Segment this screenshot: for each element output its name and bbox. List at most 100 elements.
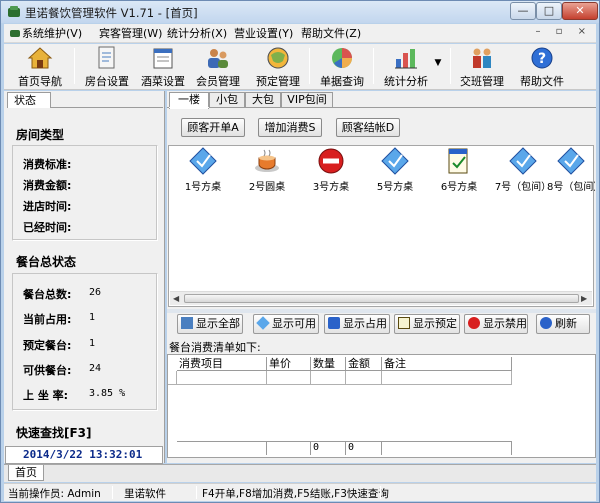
col-amount[interactable]: 金额 — [346, 357, 382, 371]
scroll-thumb[interactable] — [184, 294, 579, 303]
member-icon — [208, 49, 228, 68]
consume-amount-label: 消费金额: — [23, 179, 72, 192]
member-mgmt-label: 会员管理 — [196, 75, 240, 88]
refresh-label: 刷新 — [555, 317, 577, 330]
bill-query-button[interactable]: 单据查询 — [316, 45, 368, 89]
available-value: 24 — [89, 363, 102, 374]
table-cell[interactable] — [267, 371, 311, 385]
room-type-title: 房间类型 — [16, 128, 65, 142]
footer-price — [267, 441, 311, 455]
consumption-table[interactable]: 消费项目 单价 数量 金额 备注 0 0 — [167, 354, 596, 458]
title-bar[interactable]: 里诺餐饮管理软件 V1.71 - [首页] — □ ✕ — [1, 1, 599, 23]
total-tables-label: 餐台总数: — [23, 288, 72, 301]
overall-status-group: 餐台总数: 26 当前占用: 1 预定餐台: 1 可供餐台: 24 上 坐 率:… — [12, 273, 158, 411]
table-item[interactable]: 1号方桌 — [171, 146, 235, 193]
tab-status[interactable]: 状态 — [7, 92, 51, 108]
bill-query-label: 单据查询 — [320, 75, 364, 88]
mdi-controls[interactable]: – ▫ × — [535, 26, 592, 37]
table-name: 5号方桌 — [376, 182, 414, 193]
reservation-mgmt-label: 预定管理 — [256, 75, 300, 88]
checkout-button[interactable]: 顾客结帐D — [336, 118, 400, 137]
menu-business[interactable]: 营业设置(Y) — [234, 26, 293, 42]
scroll-right-icon[interactable]: ▶ — [581, 294, 587, 303]
maximize-button[interactable]: □ — [536, 2, 562, 20]
splitter[interactable] — [167, 309, 596, 313]
reservation-mgmt-button[interactable]: 预定管理 — [251, 45, 305, 89]
disabled-icon — [468, 317, 480, 329]
show-disabled-button[interactable]: 显示禁用 — [464, 314, 528, 334]
table-item[interactable]: 2号圆桌 — [235, 146, 299, 193]
menu-help-label: 帮助文件(Z) — [301, 27, 362, 40]
tab-home-page[interactable]: 首页 — [8, 465, 44, 481]
toolbar: 首页导航 房台设置 酒菜设置 会员管理 预定管理 单据查询 统计分析 ▼ 交班管… — [4, 44, 596, 90]
reserved-value: 1 — [89, 338, 96, 349]
refresh-icon — [540, 317, 552, 329]
room-settings-button[interactable]: 房台设置 — [82, 45, 132, 89]
table-item[interactable]: 8号（包间） — [547, 146, 595, 193]
table-cell[interactable] — [177, 371, 267, 385]
scroll-left-icon[interactable]: ◀ — [173, 294, 179, 303]
footer-qty: 0 — [311, 441, 346, 455]
status-bar: 当前操作员: Admin 里诺软件 F4开单,F8增加消费,F5结账,F3快速查… — [4, 483, 596, 501]
table-name: 6号方桌 — [440, 182, 478, 193]
menu-settings-button[interactable]: 酒菜设置 — [138, 45, 188, 89]
show-all-button[interactable]: 显示全部 — [177, 314, 243, 334]
consume-standard-label: 消费标准: — [23, 158, 72, 171]
consumption-list-title: 餐台消费清单如下: — [169, 341, 261, 354]
show-reserved-button[interactable]: 显示预定 — [394, 314, 460, 334]
tab-large-room[interactable]: 大包 — [245, 92, 281, 107]
table-item[interactable]: 3号方桌 — [299, 146, 363, 193]
help-file-label: 帮助文件 — [520, 75, 564, 88]
table-item[interactable]: 5号方桌 — [363, 146, 427, 193]
col-qty[interactable]: 数量 — [311, 357, 346, 371]
document-icon — [98, 46, 115, 69]
reserved-label: 预定餐台: — [23, 339, 72, 352]
show-occupied-button[interactable]: 显示占用 — [324, 314, 390, 334]
help-file-button[interactable]: ? 帮助文件 — [516, 45, 568, 89]
quick-search-title[interactable]: 快速查找[F3] — [16, 424, 92, 441]
home-icon — [27, 47, 53, 69]
col-remark[interactable]: 备注 — [382, 357, 512, 371]
table-name: 2号圆桌 — [248, 182, 286, 193]
table-item[interactable]: 6号方桌 — [427, 146, 491, 193]
menu-business-label: 营业设置(Y) — [234, 27, 294, 40]
page-tab-bar: 首页 — [4, 464, 596, 482]
menu-system[interactable]: 系统维护(V) — [10, 26, 82, 42]
show-disabled-label: 显示禁用 — [483, 317, 527, 330]
shift-mgmt-button[interactable]: 交班管理 — [457, 45, 507, 89]
occupied-label: 当前占用: — [23, 313, 72, 326]
occupancy-rate-label: 上 坐 率: — [23, 389, 69, 402]
refresh-button[interactable]: 刷新 — [536, 314, 590, 334]
home-nav-button[interactable]: 首页导航 — [14, 45, 66, 89]
open-order-button[interactable]: 顾客开单A — [181, 118, 245, 137]
menu-guest[interactable]: 宾客管理(W) — [99, 26, 162, 42]
horizontal-scrollbar[interactable]: ◀ ▶ — [170, 291, 592, 305]
menu-stats[interactable]: 统计分析(X) — [167, 26, 227, 42]
col-price[interactable]: 单价 — [267, 357, 311, 371]
table-occupied-icon — [255, 149, 279, 172]
row-indicator — [168, 371, 177, 385]
menu-help[interactable]: 帮助文件(Z) — [301, 26, 361, 42]
minimize-button[interactable]: — — [510, 2, 536, 20]
shortcut-hint: F4开单,F8增加消费,F5结账,F3快速查询 — [202, 488, 389, 500]
member-mgmt-button[interactable]: 会员管理 — [193, 45, 243, 89]
table-item[interactable]: 7号（包间） — [491, 146, 555, 193]
tab-vip-room[interactable]: VIP包间 — [281, 92, 333, 107]
table-name: 7号（包间） — [494, 182, 552, 193]
pie-chart-icon — [332, 48, 352, 68]
svg-text:?: ? — [538, 51, 546, 67]
table-free-icon — [509, 147, 537, 175]
add-consumption-button[interactable]: 增加消费S — [258, 118, 322, 137]
table-cell[interactable] — [382, 371, 512, 385]
table-cell[interactable] — [346, 371, 382, 385]
tab-small-room[interactable]: 小包 — [209, 92, 245, 107]
stats-analysis-button[interactable]: 统计分析 — [380, 45, 432, 89]
close-button[interactable]: ✕ — [562, 2, 598, 20]
col-item[interactable]: 消费项目 — [177, 357, 267, 371]
show-available-button[interactable]: 显示可用 — [253, 314, 319, 334]
total-tables-value: 26 — [89, 287, 102, 298]
menu-stats-label: 统计分析(X) — [167, 27, 228, 40]
globe-icon — [267, 47, 289, 69]
table-cell[interactable] — [311, 371, 346, 385]
company-status: 里诺软件 — [124, 488, 166, 500]
